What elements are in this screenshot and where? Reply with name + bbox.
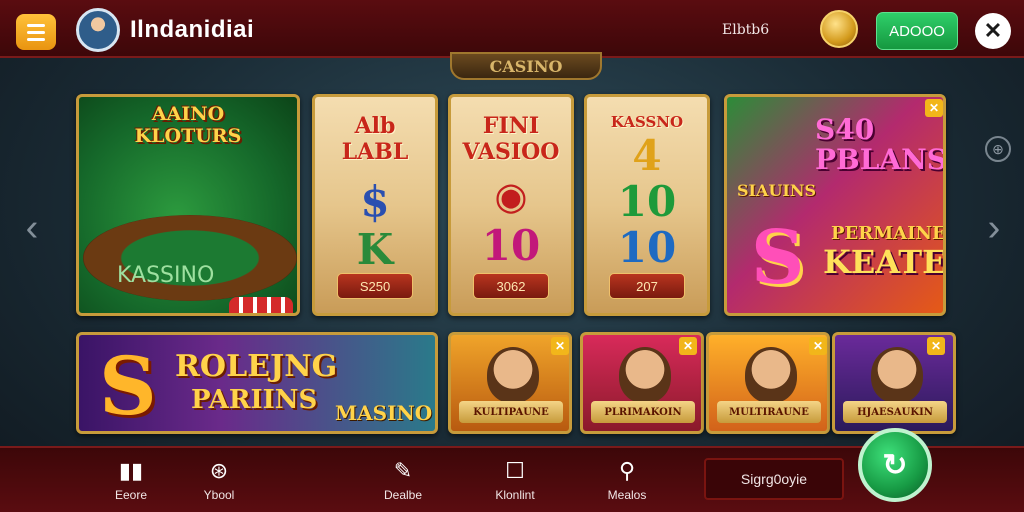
game-card-small-1[interactable]: KULTIPAUNE ✕ xyxy=(448,332,572,434)
character-portrait xyxy=(487,347,539,403)
game-card-slot-1[interactable]: Alb LABL $ K S250 xyxy=(312,94,438,316)
nav-item-2[interactable]: ⊛ Ybool xyxy=(184,458,254,508)
nav-item-3[interactable]: ✎ Dealbe xyxy=(368,458,438,508)
info-icon[interactable]: ⊕ xyxy=(985,136,1011,162)
card-label: PLRIMAKOIN xyxy=(591,401,695,423)
hamburger-icon xyxy=(27,23,45,27)
felt-text: KASSINO xyxy=(117,263,215,288)
card-title: AAINO KLOTURS xyxy=(134,103,242,147)
username: Ilndanidiai xyxy=(130,16,255,43)
banner-tag: MASINO xyxy=(335,401,433,425)
top-bar: Ilndanidiai Elbtb6 ADOOO ✕ xyxy=(0,0,1024,58)
big-letter: S xyxy=(99,339,157,433)
bars-icon: ▮▮ xyxy=(118,458,144,483)
game-card-small-3[interactable]: MULTIRAUNE ✕ xyxy=(706,332,830,434)
reel-symbol: $ xyxy=(360,177,390,226)
game-card-small-4[interactable]: HJAESAUKIN ✕ xyxy=(832,332,956,434)
price-tag: 207 xyxy=(609,273,685,299)
nav-item-1[interactable]: ▮▮ Eeore xyxy=(96,458,166,508)
casino-sign: CASINO xyxy=(450,52,602,80)
card-label: KULTIPAUNE xyxy=(459,401,563,423)
character-portrait xyxy=(745,347,797,403)
chip-icon: ⊛ xyxy=(209,458,229,483)
avatar[interactable] xyxy=(76,8,120,52)
close-icon[interactable]: ✕ xyxy=(809,337,827,355)
play-button[interactable]: ↻ xyxy=(858,428,932,502)
roulette-wheel-icon xyxy=(83,215,297,301)
carousel-next-arrow[interactable]: › xyxy=(982,205,1006,251)
close-icon[interactable]: ✕ xyxy=(927,337,945,355)
nav-label: Eeore xyxy=(114,488,148,502)
reel-symbol: K xyxy=(356,225,394,274)
character-portrait xyxy=(619,347,671,403)
add-funds-button[interactable]: ADOOO xyxy=(876,12,958,50)
banner-title: ROLEJNG xyxy=(175,349,338,384)
card-title: S40 PBLANS xyxy=(815,113,946,176)
nav-label: Ybool xyxy=(203,488,235,502)
big-letter: S xyxy=(751,215,805,301)
nav-item-5[interactable]: ⚲ Mealos xyxy=(592,458,662,508)
nav-label: Mealos xyxy=(607,488,647,502)
nav-item-4[interactable]: ☐ Klonlint xyxy=(480,458,550,508)
game-card-promo[interactable]: S40 PBLANS SIAUINS S PERMAINEIN KEATED ✕ xyxy=(724,94,946,316)
card-label: HJAESAUKIN xyxy=(843,401,947,423)
price-tag: 3062 xyxy=(473,273,549,299)
coin-icon[interactable] xyxy=(820,10,858,48)
edit-icon: ✎ xyxy=(393,458,413,483)
search-icon: ⚲ xyxy=(618,458,636,483)
card-label: MULTIRAUNE xyxy=(717,401,821,423)
reel-symbol: 10 xyxy=(617,223,677,272)
game-card-slot-2[interactable]: FINI VASIOO ◉ 10 3062 xyxy=(448,94,574,316)
game-card-banner[interactable]: S ROLEJNG PARIINS MASINO xyxy=(76,332,438,434)
close-icon[interactable]: ✕ xyxy=(551,337,569,355)
reel-symbol: 10 xyxy=(617,177,677,226)
price-tag: S250 xyxy=(337,273,413,299)
game-card-slot-3[interactable]: KASSNO 4 10 10 207 xyxy=(584,94,710,316)
banner-subtitle: PARIINS xyxy=(191,385,318,415)
game-card-small-2[interactable]: PLRIMAKOIN ✕ xyxy=(580,332,704,434)
nav-label: Dealbe xyxy=(383,488,423,502)
bottom-nav: ▮▮ Eeore ⊛ Ybool ✎ Dealbe ☐ Klonlint ⚲ M… xyxy=(0,428,1024,512)
character-portrait xyxy=(871,347,923,403)
balance-label: Elbtb6 xyxy=(722,22,770,38)
reel-symbol: 10 xyxy=(481,221,541,270)
card-title-tertiary: KEATED xyxy=(823,243,946,281)
close-button[interactable]: ✕ xyxy=(975,13,1011,49)
close-icon[interactable]: ✕ xyxy=(679,337,697,355)
message-icon: ☐ xyxy=(505,458,525,483)
card-title: FINI VASIOO xyxy=(462,113,560,165)
nav-label: Klonlint xyxy=(495,488,535,502)
menu-button[interactable] xyxy=(16,14,56,50)
reel-symbol: ◉ xyxy=(494,173,528,218)
promo-code-box[interactable]: Sigrg0oyie xyxy=(704,458,844,500)
chips-icon xyxy=(229,297,293,313)
card-subtitle: SIAUINS xyxy=(737,181,817,200)
card-title: Alb LABL xyxy=(341,113,409,165)
game-card-roulette[interactable]: AAINO KLOTURS KASSINO xyxy=(76,94,300,316)
reel-symbol: 4 xyxy=(632,131,662,180)
carousel-prev-arrow[interactable]: ‹ xyxy=(20,205,44,251)
card-title-secondary: PERMAINEIN xyxy=(831,223,946,244)
close-icon[interactable]: ✕ xyxy=(925,99,943,117)
